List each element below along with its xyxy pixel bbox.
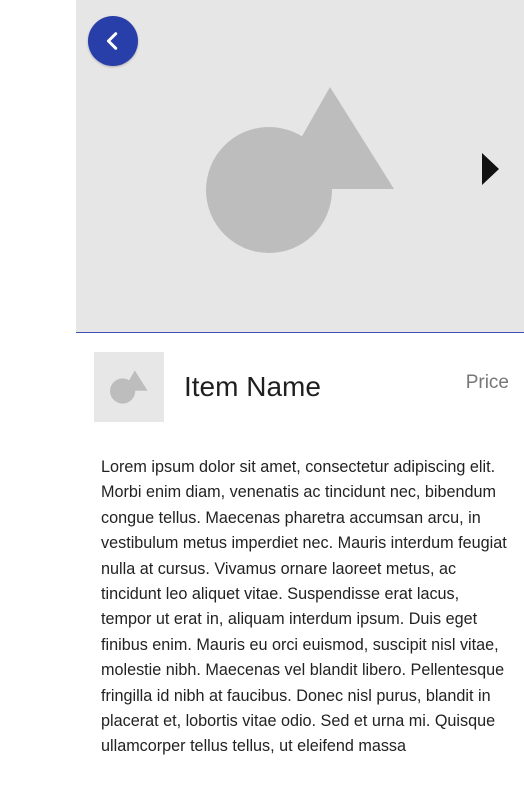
chevron-left-icon [106, 32, 118, 50]
hero-image-area [76, 0, 524, 333]
image-placeholder-icon [110, 370, 148, 404]
play-arrow-icon[interactable] [479, 153, 501, 185]
item-description: Lorem ipsum dolor sit amet, consectetur … [101, 458, 507, 756]
item-thumbnail [94, 352, 164, 422]
item-name: Item Name [184, 371, 321, 402]
image-placeholder-icon [206, 87, 394, 253]
item-header: Item Name Price [94, 350, 518, 425]
item-price: Price [465, 372, 509, 393]
back-button[interactable] [88, 16, 138, 66]
left-gutter [0, 0, 76, 796]
